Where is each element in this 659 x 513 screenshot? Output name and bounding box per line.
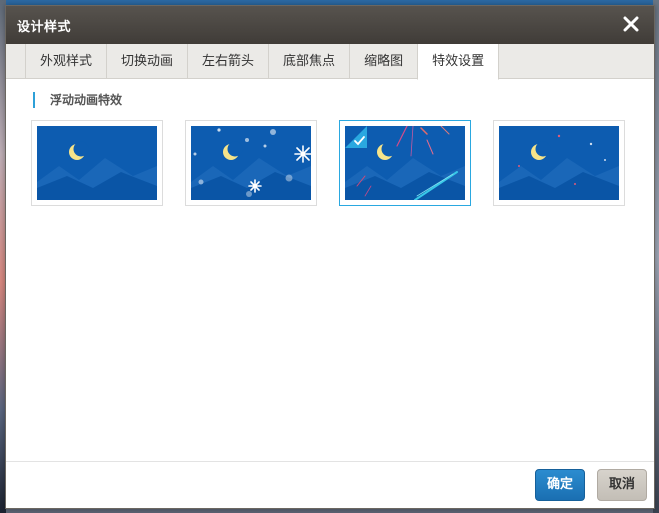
effect-option-meteor[interactable] [339,120,471,206]
dialog-footer: 确定 取消 [6,461,654,508]
tab-side-arrows[interactable]: 左右箭头 [187,44,268,79]
tab-appearance-style[interactable]: 外观样式 [25,44,106,79]
dialog-title: 设计样式 [17,20,72,35]
tab-transition-animation[interactable]: 切换动画 [106,44,187,79]
sparkle-scene-icon [499,126,619,200]
night-landscape-icon [37,126,157,200]
selected-check-icon [345,126,367,148]
effect-option-none[interactable] [31,120,163,206]
effect-option-snow[interactable] [185,120,317,206]
confirm-button[interactable]: 确定 [535,469,585,501]
section-title-floating-effects: 浮动动画特效 [33,92,122,108]
effect-options [31,120,631,208]
tab-effect-settings[interactable]: 特效设置 [417,44,500,80]
dialog-titlebar: 设计样式 [6,6,654,44]
effect-option-sparkle[interactable] [493,120,625,206]
tab-bar: 外观样式 切换动画 左右箭头 底部焦点 缩略图 特效设置 [6,44,654,80]
design-style-dialog: 设计样式 外观样式 切换动画 左右箭头 底部焦点 缩略图 特效设置 浮动动画特效 [5,5,655,509]
close-icon[interactable] [620,13,642,35]
tab-bottom-dots[interactable]: 底部焦点 [268,44,349,79]
snowflake-scene-icon [191,126,311,200]
cancel-button[interactable]: 取消 [597,469,647,501]
tab-thumbnails[interactable]: 缩略图 [349,44,417,79]
